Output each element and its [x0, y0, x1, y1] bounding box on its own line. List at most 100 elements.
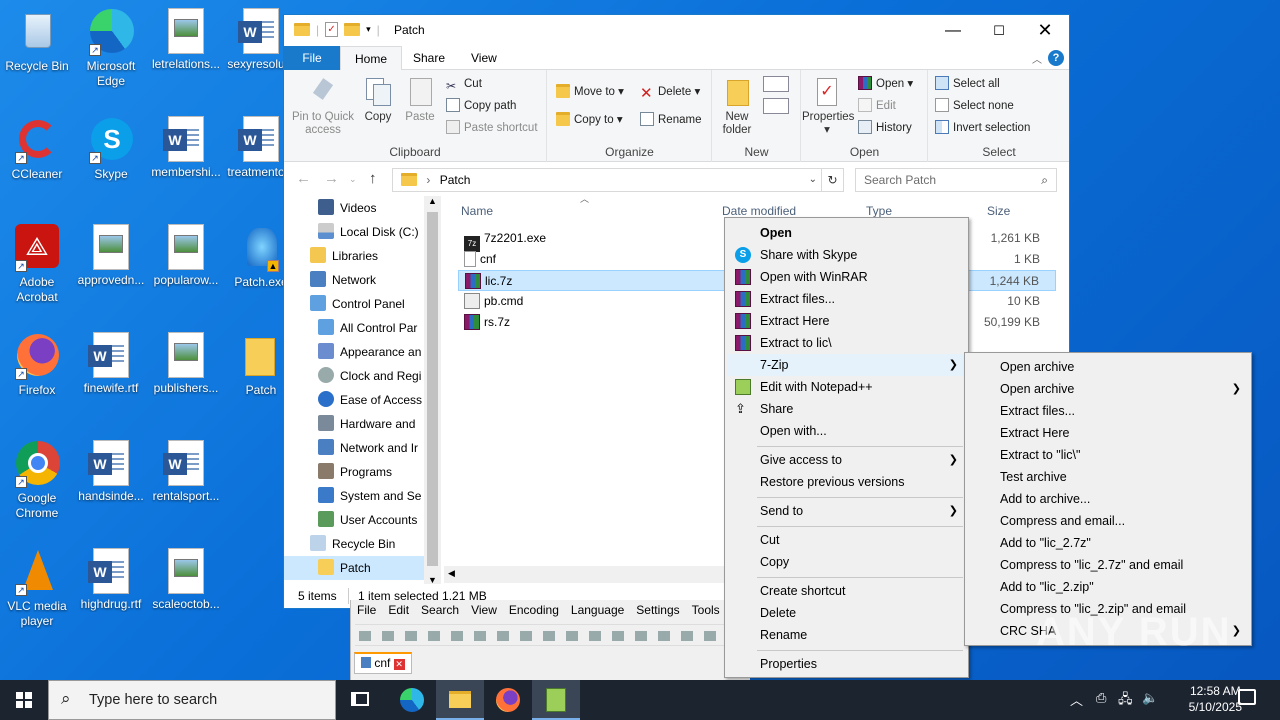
nav-item-libraries[interactable]: Libraries — [310, 244, 378, 268]
desktop-icon-file[interactable]: W handsinde... — [74, 440, 148, 504]
minimize-button[interactable]: — — [930, 15, 976, 46]
desktop-icon-microsoft-edge[interactable]: ↗ Microsoft Edge — [74, 8, 148, 89]
pin-quick-access-button[interactable]: Pin to Quick access — [290, 76, 356, 137]
help-icon[interactable]: ? — [1048, 50, 1064, 66]
tab-share[interactable]: Share — [399, 46, 459, 70]
column-header-type[interactable]: Type — [866, 204, 892, 218]
nav-scrollbar[interactable]: ▲ ▼ — [424, 196, 441, 585]
menu-item-7zip[interactable]: 7-Zip ❯ — [727, 354, 966, 376]
menu-item-give-access[interactable]: Give access to ❯ — [727, 449, 966, 471]
desktop-icon-file[interactable]: letrelations... — [149, 8, 223, 72]
menu-item-delete[interactable]: Delete — [727, 602, 966, 624]
scroll-up-icon[interactable]: ▲ — [428, 196, 437, 206]
select-all-button[interactable]: Select all — [935, 76, 1000, 92]
menu-item-extract-to[interactable]: Extract to lic\ — [727, 332, 966, 354]
copy-to-button[interactable]: Copy to ▾ — [556, 112, 623, 128]
refresh-icon[interactable]: ↻ — [821, 169, 843, 191]
recent-locations-icon[interactable]: ⌄ — [349, 174, 357, 185]
7zip-add-to-7z[interactable]: Add to "lic_2.7z" — [967, 532, 1249, 554]
desktop-icon-file[interactable]: publishers... — [149, 332, 223, 396]
7zip-test-archive[interactable]: Test archive — [967, 466, 1249, 488]
nav-item-network-internet[interactable]: Network and Ir — [318, 436, 418, 460]
close-tab-icon[interactable]: ✕ — [393, 659, 405, 670]
npp-menu-encoding[interactable]: Encoding — [509, 603, 559, 617]
menu-item-rename[interactable]: Rename — [727, 624, 966, 646]
7zip-add-to-zip[interactable]: Add to "lic_2.zip" — [967, 576, 1249, 598]
desktop-icon-file[interactable]: W membershi... — [149, 116, 223, 180]
npp-menu-edit[interactable]: Edit — [388, 603, 409, 617]
taskbar-search-box[interactable]: ⌕ Type here to search — [48, 680, 336, 720]
menu-item-open-winrar[interactable]: Open with WinRAR — [727, 266, 966, 288]
nav-item-videos[interactable]: Videos — [318, 196, 376, 220]
tab-view[interactable]: View — [457, 46, 511, 70]
7zip-add-to-archive[interactable]: Add to archive... — [967, 488, 1249, 510]
npp-menu-tools[interactable]: Tools — [692, 603, 720, 617]
menu-item-open-with[interactable]: Open with... — [727, 420, 966, 442]
menu-item-extract-here[interactable]: Extract Here — [727, 310, 966, 332]
back-arrow-icon[interactable]: ← — [296, 170, 311, 187]
desktop-icon-file[interactable]: W rentalsport... — [149, 440, 223, 504]
nav-item-patch[interactable]: Patch — [284, 556, 424, 580]
address-field[interactable]: › Patch ⌄ ↻ — [392, 168, 844, 192]
invert-selection-button[interactable]: Invert selection — [935, 120, 1030, 136]
menu-item-open[interactable]: Open — [727, 222, 966, 244]
start-button[interactable] — [0, 680, 48, 720]
desktop-icon-file[interactable]: scaleoctob... — [149, 548, 223, 612]
nav-item-control-panel[interactable]: Control Panel — [310, 292, 405, 316]
rename-button[interactable]: Rename — [640, 112, 701, 128]
move-to-button[interactable]: Move to ▾ — [556, 84, 624, 100]
taskbar-notepadpp[interactable] — [532, 680, 580, 720]
maximize-button[interactable]: ☐ — [976, 15, 1022, 46]
menu-item-share[interactable]: ⇪ Share — [727, 398, 966, 420]
tray-device-icon[interactable]: ⎙ — [1096, 690, 1106, 720]
new-folder-button[interactable]: New folder — [715, 76, 759, 137]
7zip-extract-files[interactable]: Extract files... — [967, 400, 1249, 422]
taskbar-file-explorer[interactable] — [436, 680, 484, 720]
taskbar-edge[interactable] — [388, 680, 436, 720]
nav-item-system-security[interactable]: System and Se — [318, 484, 421, 508]
new-folder-quick-icon[interactable] — [344, 23, 361, 36]
network-icon[interactable]: 🖧 — [1118, 690, 1133, 720]
desktop-icon-file[interactable]: popularow... — [149, 224, 223, 288]
desktop-icon-file[interactable]: W highdrug.rtf — [74, 548, 148, 612]
column-header-name[interactable]: Name — [461, 204, 493, 218]
menu-item-edit-notepadpp[interactable]: Edit with Notepad++ — [727, 376, 966, 398]
nav-item-user-accounts[interactable]: User Accounts — [318, 508, 417, 532]
scrollbar-thumb[interactable] — [427, 212, 438, 566]
menu-item-share-skype[interactable]: S Share with Skype — [727, 244, 966, 266]
nav-item-appearance[interactable]: Appearance an — [318, 340, 421, 364]
desktop-icon-ccleaner[interactable]: ↗ CCleaner — [0, 116, 74, 182]
menu-item-restore-versions[interactable]: Restore previous versions — [727, 471, 966, 493]
npp-menu-view[interactable]: View — [471, 603, 497, 617]
desktop-icon-file[interactable]: W finewife.rtf — [74, 332, 148, 396]
tab-file[interactable]: File — [284, 46, 340, 70]
collapse-ribbon-icon[interactable]: ︿ — [1032, 51, 1042, 66]
7zip-compress-email[interactable]: Compress and email... — [967, 510, 1249, 532]
menu-item-cut[interactable]: Cut — [727, 529, 966, 551]
notifications-icon[interactable] — [1238, 689, 1256, 705]
7zip-open-archive-submenu[interactable]: Open archive ❯ — [967, 378, 1249, 400]
paste-shortcut-button[interactable]: Paste shortcut — [446, 120, 538, 136]
quick-access-dropdown-icon[interactable]: ▾ — [366, 24, 371, 35]
up-arrow-icon[interactable]: ↑ — [369, 170, 377, 187]
copy-path-button[interactable]: Copy path — [446, 98, 516, 114]
nav-item-ease-of-access[interactable]: Ease of Access — [318, 388, 422, 412]
delete-button[interactable]: ✕ Delete ▾ — [640, 84, 700, 102]
copy-button[interactable]: Copy — [358, 76, 398, 124]
menu-item-properties[interactable]: Properties — [727, 653, 966, 675]
npp-menu-settings[interactable]: Settings — [636, 603, 679, 617]
npp-menu-file[interactable]: File — [357, 603, 376, 617]
edit-button[interactable]: Edit — [858, 98, 896, 114]
search-input[interactable]: Search Patch ⌕ — [855, 168, 1057, 192]
column-header-date[interactable]: Date modified — [722, 204, 796, 218]
desktop-icon-recycle-bin[interactable]: Recycle Bin — [0, 8, 74, 74]
properties-quick-icon[interactable]: ✓ — [325, 22, 339, 37]
nav-item-hardware[interactable]: Hardware and — [318, 412, 415, 436]
nav-item-all-control-panel[interactable]: All Control Par — [318, 316, 417, 340]
7zip-extract-here[interactable]: Extract Here — [967, 422, 1249, 444]
scroll-left-icon[interactable]: ◀ — [448, 568, 455, 579]
easy-access-icon[interactable] — [763, 98, 789, 114]
desktop-icon-adobe-acrobat[interactable]: ⟁ ↗ Adobe Acrobat — [0, 224, 74, 305]
close-button[interactable]: ✕ — [1022, 15, 1068, 46]
menu-item-create-shortcut[interactable]: Create shortcut — [727, 580, 966, 602]
